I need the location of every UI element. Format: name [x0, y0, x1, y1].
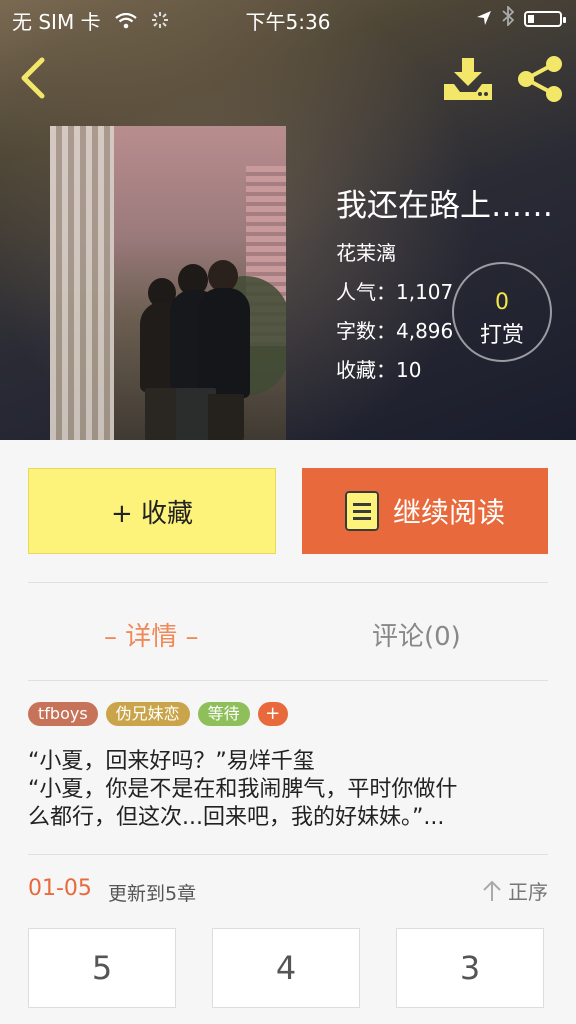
- update-text: 更新到5章: [108, 883, 197, 905]
- add-tag-button[interactable]: +: [257, 702, 288, 726]
- detail-tabs: – 详情 – 评论(0): [0, 600, 576, 664]
- synopsis-line: 么都行，但这次...回来吧，我的好妹妹。”...: [28, 805, 445, 830]
- chapter-grid: 5 4 3: [28, 928, 544, 1008]
- add-favorite-button[interactable]: + 收藏: [28, 468, 276, 554]
- tag-chip[interactable]: 伪兄妹恋: [105, 702, 190, 726]
- tag-chip[interactable]: 等待: [197, 702, 250, 726]
- synopsis-line: “小夏，你是不是在和我闹脾气，平时你做什: [28, 777, 458, 802]
- sort-order-label: 正序: [508, 880, 548, 904]
- divider: [28, 854, 548, 855]
- update-date: 01-05: [28, 876, 92, 901]
- book-icon: [344, 491, 379, 531]
- add-favorite-label: + 收藏: [110, 498, 194, 529]
- back-button[interactable]: [14, 54, 54, 102]
- arrow-up-icon: [483, 880, 501, 901]
- book-title: 我还在路上……: [336, 188, 553, 224]
- chevron-left-icon: [21, 57, 45, 99]
- book-synopsis[interactable]: “小夏，回来好吗？”易烊千玺 “小夏，你是不是在和我闹脾气，平时你做什 么都行，…: [28, 748, 548, 832]
- chapter-button[interactable]: 4: [212, 928, 360, 1008]
- continue-reading-button[interactable]: 继续阅读: [302, 468, 548, 554]
- book-header: 无 SIM 卡 下午5:36 我还在路上…… 花茉漓 人气：1,107 字数：4…: [0, 0, 576, 440]
- download-button[interactable]: [440, 54, 496, 102]
- chapter-button[interactable]: 3: [396, 928, 544, 1008]
- continue-reading-label: 继续阅读: [392, 496, 505, 529]
- battery-icon: [524, 10, 566, 27]
- synopsis-line: “小夏，回来好吗？”易烊千玺: [28, 749, 315, 774]
- location-icon: [476, 7, 492, 31]
- tab-detail[interactable]: – 详情 –: [104, 616, 199, 653]
- book-cover-image: [50, 126, 286, 440]
- chapter-button[interactable]: 5: [28, 928, 176, 1008]
- status-right: [476, 4, 566, 31]
- reward-count: 0: [495, 290, 509, 315]
- book-author[interactable]: 花茉漓: [336, 237, 553, 266]
- share-button[interactable]: [514, 54, 566, 104]
- reward-button[interactable]: 0 打赏: [452, 262, 552, 362]
- status-bar: 无 SIM 卡 下午5:36: [0, 0, 576, 38]
- tab-comments[interactable]: 评论(0): [372, 616, 461, 653]
- tag-list: tfboys 伪兄妹恋 等待 +: [28, 702, 288, 726]
- download-icon: [444, 58, 492, 100]
- reward-label: 打赏: [479, 323, 524, 348]
- divider: [28, 680, 548, 681]
- update-info: 01-05 更新到5章 正序: [28, 876, 548, 906]
- bluetooth-icon: [502, 4, 515, 31]
- sort-order-button[interactable]: 正序: [482, 876, 548, 905]
- tag-chip[interactable]: tfboys: [28, 702, 98, 726]
- share-icon: [518, 56, 562, 102]
- divider: [28, 582, 548, 583]
